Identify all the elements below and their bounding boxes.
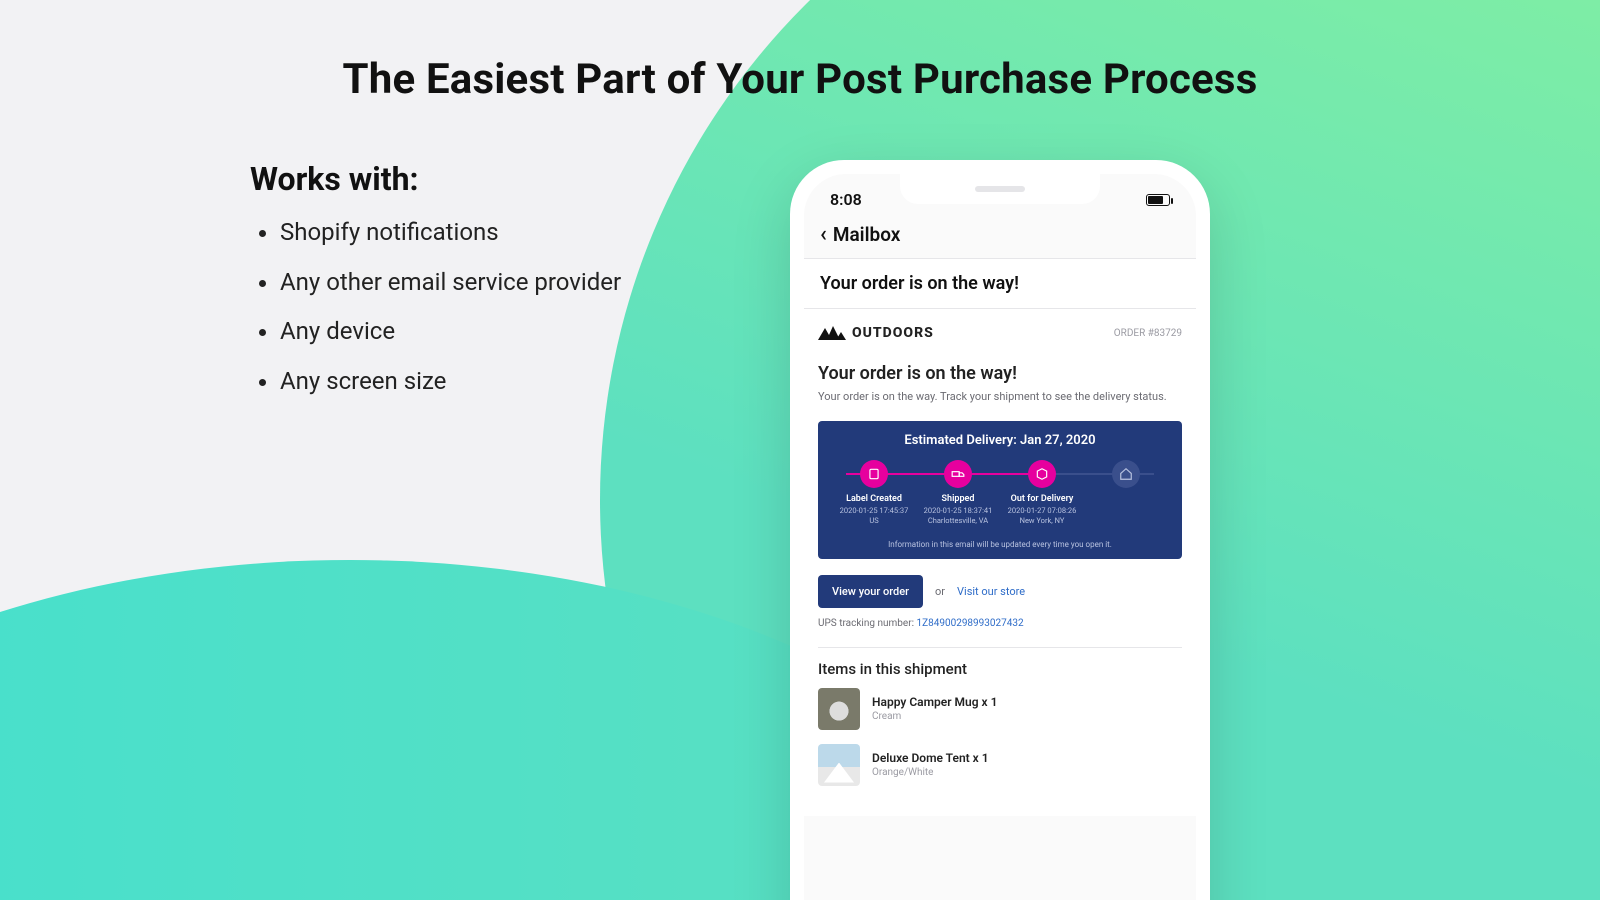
chevron-left-icon: ‹: [820, 224, 827, 246]
feature-item: Any device: [280, 315, 750, 349]
page-headline: The Easiest Part of Your Post Purchase P…: [0, 55, 1600, 104]
visit-store-link[interactable]: Visit our store: [957, 585, 1025, 598]
mountain-icon: [818, 326, 846, 340]
or-text: or: [935, 585, 945, 598]
feature-item: Shopify notifications: [280, 216, 750, 250]
feature-item: Any screen size: [280, 365, 750, 399]
feature-list: Works with: Shopify notifications Any ot…: [250, 160, 750, 414]
order-number: ORDER #83729: [1114, 328, 1182, 339]
mail-back-button[interactable]: ‹ Mailbox: [804, 213, 1196, 259]
brand-name: OUTDOORS: [852, 325, 934, 341]
shipment-item: Deluxe Dome Tent x 1 Orange/White: [818, 744, 1182, 786]
mail-body: OUTDOORS ORDER #83729 Your order is on t…: [804, 309, 1196, 816]
back-label: Mailbox: [833, 223, 901, 246]
tracker-step: Label Created 2020-01-25 17:45:37US: [832, 460, 916, 526]
item-thumbnail: [818, 744, 860, 786]
tracking-number-line: UPS tracking number: 1Z84900298993027432: [818, 618, 1182, 629]
item-name: Deluxe Dome Tent x 1: [872, 751, 989, 765]
delivery-tracker: Estimated Delivery: Jan 27, 2020 Label C…: [818, 421, 1182, 559]
phone-notch: [900, 174, 1100, 204]
tracker-step: Out for Delivery 2020-01-27 07:08:26New …: [1000, 460, 1084, 526]
items-heading: Items in this shipment: [818, 660, 1182, 678]
truck-icon: [944, 460, 972, 488]
phone-mockup: 8:08 ‹ Mailbox Your order is on the way!…: [790, 160, 1210, 900]
tracker-step: Shipped 2020-01-25 18:37:41Charlottesvil…: [916, 460, 1000, 526]
tracking-number-link[interactable]: 1Z84900298993027432: [916, 618, 1023, 629]
feature-item: Any other email service provider: [280, 266, 750, 300]
home-icon: [1112, 460, 1140, 488]
tracker-step: [1084, 460, 1168, 494]
email-heading: Your order is on the way!: [818, 363, 1182, 384]
item-name: Happy Camper Mug x 1: [872, 695, 997, 709]
tracker-title: Estimated Delivery: Jan 27, 2020: [832, 433, 1168, 448]
feature-list-heading: Works with:: [250, 160, 750, 198]
tracker-footnote: Information in this email will be update…: [832, 540, 1168, 549]
label-created-icon: [860, 460, 888, 488]
mail-subject: Your order is on the way!: [804, 259, 1196, 309]
view-order-button[interactable]: View your order: [818, 575, 923, 608]
battery-icon: [1146, 194, 1170, 206]
item-thumbnail: [818, 688, 860, 730]
status-time: 8:08: [830, 190, 862, 209]
item-variant: Orange/White: [872, 767, 989, 778]
item-variant: Cream: [872, 711, 997, 722]
shipment-item: Happy Camper Mug x 1 Cream: [818, 688, 1182, 730]
brand-logo: OUTDOORS: [818, 325, 934, 341]
email-subtext: Your order is on the way. Track your shi…: [818, 390, 1182, 403]
package-icon: [1028, 460, 1056, 488]
